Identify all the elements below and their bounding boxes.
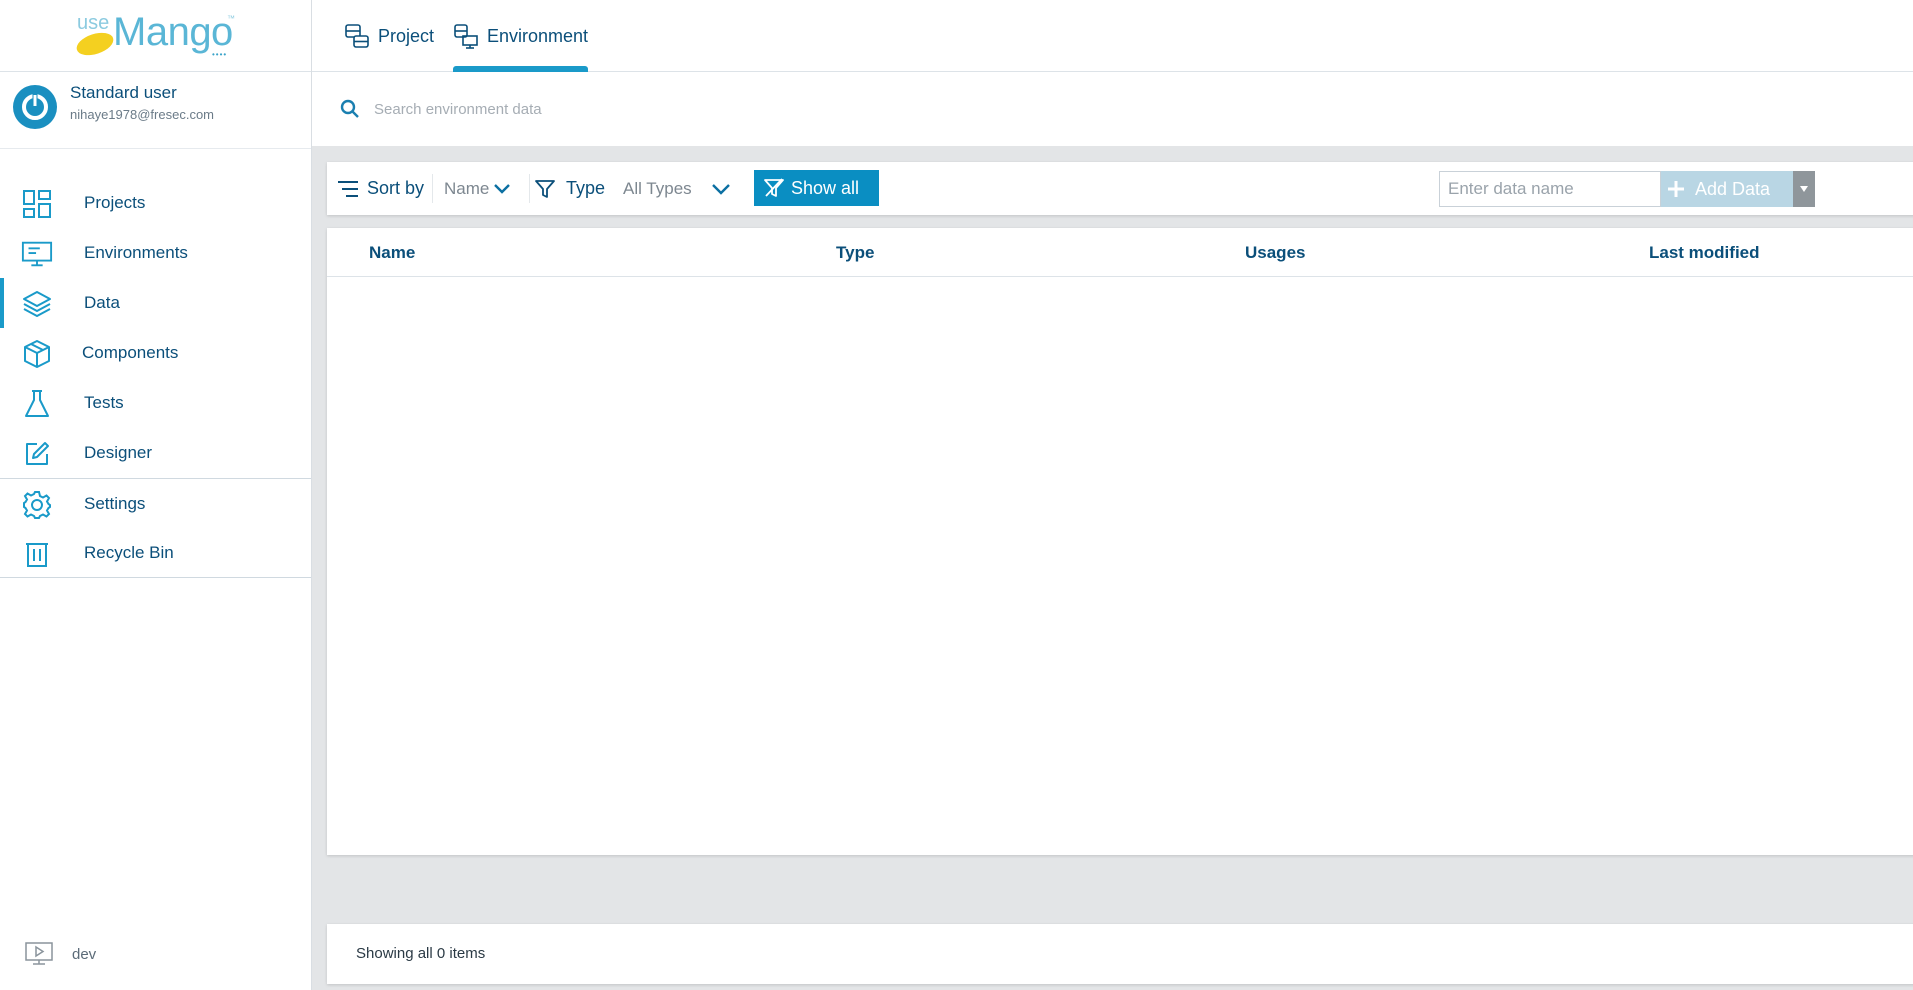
tab-label: Project — [378, 25, 435, 46]
usemango-logo[interactable]: use Mango ™ •••• — [0, 0, 311, 72]
sort-label: Sort by — [367, 178, 425, 198]
tab-environment[interactable]: Environment — [453, 0, 589, 72]
sidebar-item-label: Settings — [84, 493, 146, 513]
show-all-button[interactable]: Show all — [754, 170, 879, 206]
layers-icon — [21, 288, 53, 320]
sidebar-item-label: Recycle Bin — [84, 542, 174, 562]
tab-label: Environment — [487, 25, 589, 46]
add-data-label: Add Data — [1695, 178, 1771, 199]
table-header: Name Type Usages Last modified — [327, 228, 1913, 277]
user-name: Standard user — [70, 83, 177, 102]
type-filter[interactable]: Type — [535, 162, 605, 215]
sidebar-item-label: Environments — [84, 243, 188, 262]
flask-icon — [21, 388, 53, 420]
sidebar-item-label: Tests — [84, 393, 124, 412]
column-header-last-modified[interactable]: Last modified — [1649, 243, 1760, 263]
top-tab-bar: Project Environment — [312, 0, 1913, 72]
user-email: nihaye1978@fresec.com — [70, 107, 214, 122]
sidebar-item-projects[interactable]: Projects — [0, 178, 311, 228]
monitor-icon — [21, 238, 53, 270]
chevron-down-icon — [494, 183, 511, 194]
main-content: Sort by Name Type All Types Show all Add… — [312, 146, 1913, 990]
sidebar-item-components[interactable]: Components — [0, 328, 311, 378]
sidebar-item-label: Designer — [84, 443, 153, 462]
sidebar-item-environments[interactable]: Environments — [0, 228, 311, 278]
sidebar-item-designer[interactable]: Designer — [0, 428, 311, 478]
column-header-type[interactable]: Type — [836, 243, 874, 263]
gear-icon — [21, 489, 53, 521]
add-data-dropdown-button[interactable] — [1793, 171, 1815, 207]
power-icon — [22, 94, 48, 120]
data-toolbar: Sort by Name Type All Types Show all Add… — [327, 162, 1913, 215]
tab-project[interactable]: Project — [344, 0, 434, 72]
sort-lines-icon — [338, 180, 358, 197]
divider — [432, 174, 433, 203]
table-footer: Showing all 0 items — [327, 924, 1913, 984]
sidebar-nav: Projects Environments Data Components Te… — [0, 178, 311, 578]
sort-value: Name — [444, 178, 490, 198]
type-select[interactable]: All Types — [623, 162, 692, 215]
sort-control[interactable]: Sort by — [337, 162, 424, 215]
filter-icon — [535, 179, 555, 198]
item-count-status: Showing all 0 items — [356, 945, 486, 962]
plus-icon — [1668, 181, 1684, 197]
logo-dots: •••• — [212, 50, 228, 59]
project-db-icon — [345, 24, 369, 48]
environment-indicator[interactable]: dev — [25, 942, 96, 966]
search-input[interactable] — [374, 95, 974, 123]
type-value: All Types — [623, 178, 692, 198]
type-dropdown-toggle[interactable] — [711, 162, 731, 215]
logo-text-mango: Mango — [113, 10, 233, 54]
avatar[interactable] — [13, 85, 57, 129]
logo-text-use: use — [77, 12, 110, 34]
logo-trademark: ™ — [227, 14, 235, 23]
filter-clear-icon — [764, 178, 784, 197]
add-data-button[interactable]: Add Data — [1661, 171, 1793, 207]
caret-down-icon — [1800, 186, 1808, 192]
divider — [529, 174, 530, 203]
edit-icon — [21, 438, 53, 470]
column-header-usages[interactable]: Usages — [1245, 243, 1305, 263]
data-table: Name Type Usages Last modified — [327, 228, 1913, 855]
chevron-down-icon — [712, 183, 730, 195]
type-label: Type — [566, 178, 606, 198]
show-all-label: Show all — [791, 177, 860, 198]
environment-label: dev — [72, 945, 97, 963]
sidebar-item-data[interactable]: Data — [0, 278, 311, 328]
trash-icon — [21, 538, 53, 570]
projects-grid-icon — [21, 188, 53, 220]
sidebar: use Mango ™ •••• Standard user nihaye197… — [0, 0, 312, 990]
data-name-input[interactable] — [1439, 171, 1661, 207]
search-bar — [312, 73, 1913, 146]
sidebar-item-settings[interactable]: Settings — [0, 478, 311, 528]
cube-icon — [21, 338, 53, 370]
sort-select[interactable]: Name — [444, 162, 511, 215]
environment-db-icon — [454, 24, 478, 49]
sidebar-item-recycle-bin[interactable]: Recycle Bin — [0, 528, 311, 578]
sidebar-item-tests[interactable]: Tests — [0, 378, 311, 428]
sidebar-item-label: Projects — [84, 193, 146, 212]
monitor-play-icon — [25, 942, 53, 965]
sidebar-item-label: Data — [84, 293, 120, 312]
sidebar-item-label: Components — [82, 343, 179, 362]
column-header-name[interactable]: Name — [369, 243, 415, 263]
user-panel: Standard user nihaye1978@fresec.com — [0, 72, 311, 149]
search-icon — [340, 99, 360, 124]
